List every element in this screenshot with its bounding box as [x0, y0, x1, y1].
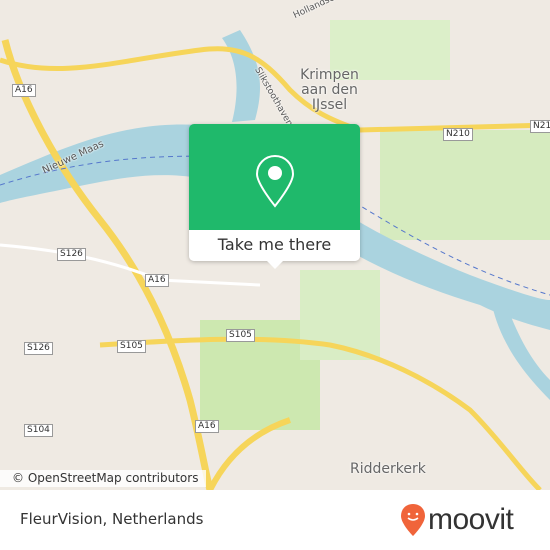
place-name: FleurVision, Netherlands [20, 510, 204, 528]
road-shield: A16 [195, 420, 219, 433]
park-area [380, 130, 550, 240]
town-label-ridderkerk: Ridderkerk [350, 461, 426, 477]
road-shield: S104 [24, 424, 53, 437]
popup-header [189, 124, 360, 230]
river-hollandse-ijssel [222, 30, 260, 122]
highway-a16-south [207, 417, 291, 490]
moovit-logo[interactable]: moovit [400, 502, 514, 538]
town-label-krimpen: Krimpen aan den IJssel [300, 67, 359, 113]
location-popup: Take me there [189, 124, 360, 269]
map-attribution[interactable]: © OpenStreetMap contributors [0, 470, 207, 487]
moovit-pin-icon [401, 504, 425, 536]
footer: FleurVision, Netherlands moovit [0, 490, 550, 550]
take-me-there-button[interactable]: Take me there [189, 230, 360, 261]
road-shield: N210 [530, 120, 550, 133]
popup-pointer [267, 261, 283, 269]
road-shield: S126 [24, 342, 53, 355]
highway-a16 [1, 39, 214, 490]
road-shield: S105 [226, 329, 255, 342]
road-shield: A16 [145, 274, 169, 287]
road-shield: A16 [12, 84, 36, 97]
map[interactable]: Nieuwe Maas Slikstoothaven Hollandse Kri… [0, 0, 550, 490]
road-shield: S126 [57, 248, 86, 261]
map-pin-icon [255, 154, 295, 208]
moovit-logo-text: moovit [428, 503, 514, 536]
road-shield: S105 [117, 340, 146, 353]
road-shield: N210 [443, 128, 473, 141]
